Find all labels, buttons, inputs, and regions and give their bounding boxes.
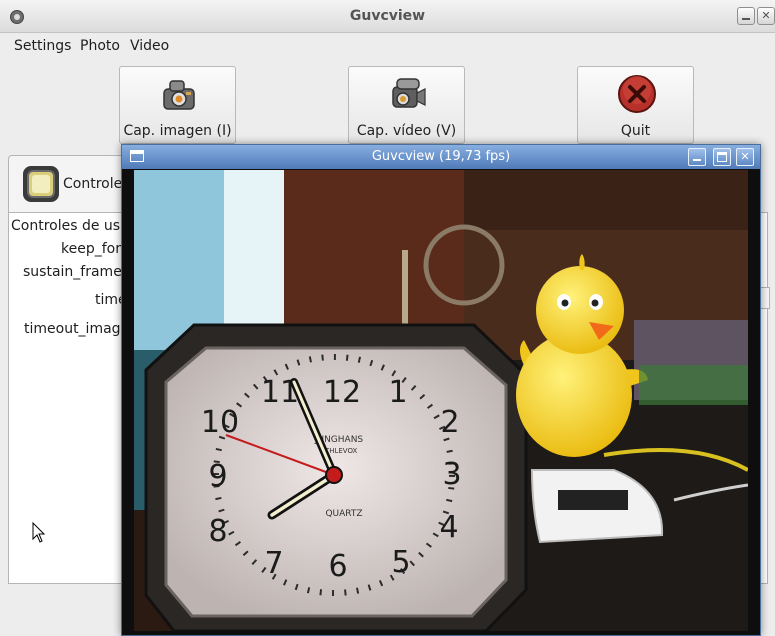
control-label-sustain-frame: sustain_frame: [23, 264, 122, 280]
preview-window: Guvcview (19,73 fps) ✕ 12 1 2 3 4 5 6 7 …: [121, 144, 761, 636]
clock-movement: QUARTZ: [325, 509, 362, 519]
close-icon: [758, 8, 774, 24]
capture-image-label: Cap. imagen (I): [123, 123, 232, 139]
clock-numeral-6: 6: [328, 549, 347, 584]
control-label-timeout-image: timeout_image: [24, 321, 130, 337]
clock-numeral-5: 5: [391, 545, 410, 580]
tab-controls[interactable]: Controles: [8, 155, 130, 213]
clock-numeral-2: 2: [440, 405, 459, 440]
main-titlebar[interactable]: Guvcview: [0, 0, 775, 33]
menu-settings[interactable]: Settings: [14, 38, 71, 54]
clock-numeral-8: 8: [208, 514, 227, 549]
close-button[interactable]: [757, 7, 775, 25]
capture-image-button[interactable]: Cap. imagen (I): [119, 66, 236, 144]
menubar: Settings Photo Video: [0, 33, 775, 59]
camera-preview: 12 1 2 3 4 5 6 7 8 9 10 11 JUNGHANS ATHL…: [134, 170, 748, 631]
quit-label: Quit: [620, 123, 651, 139]
clock-numeral-10: 10: [201, 405, 239, 440]
clock-numeral-7: 7: [264, 546, 283, 581]
control-label-keep-for: keep_for: [61, 241, 121, 257]
preview-title: Guvcview (19,73 fps): [371, 149, 511, 164]
minimize-button[interactable]: [737, 7, 755, 25]
menu-video[interactable]: Video: [130, 38, 169, 54]
quit-button[interactable]: Quit: [577, 66, 694, 144]
controls-heading: Controles de usu: [11, 218, 129, 234]
clock-numeral-9: 9: [208, 459, 227, 494]
clock-numeral-12: 12: [323, 375, 361, 410]
mouse-cursor-icon: [32, 522, 46, 543]
clock-numeral-3: 3: [442, 457, 461, 492]
preview-maximize-button[interactable]: [713, 148, 731, 166]
preview-minimize-button[interactable]: [688, 148, 706, 166]
tab-controls-label: Controles: [63, 176, 130, 192]
camera-icon: [163, 80, 195, 110]
minimize-icon: [738, 8, 754, 24]
camera-frame-image: 12 1 2 3 4 5 6 7 8 9 10 11 JUNGHANS ATHL…: [134, 170, 748, 631]
preview-titlebar[interactable]: Guvcview (19,73 fps): [122, 145, 760, 169]
webcam-icon: [23, 166, 59, 202]
clock-numeral-1: 1: [388, 375, 407, 410]
capture-video-button[interactable]: Cap. vídeo (V): [348, 66, 465, 144]
video-camera-icon: [392, 78, 426, 108]
quit-x-icon: [618, 75, 656, 113]
capture-video-label: Cap. vídeo (V): [356, 123, 457, 139]
clock-numeral-4: 4: [439, 510, 458, 545]
menu-photo[interactable]: Photo: [80, 38, 120, 54]
preview-close-button[interactable]: [736, 148, 754, 166]
window-title: Guvcview: [349, 8, 426, 24]
